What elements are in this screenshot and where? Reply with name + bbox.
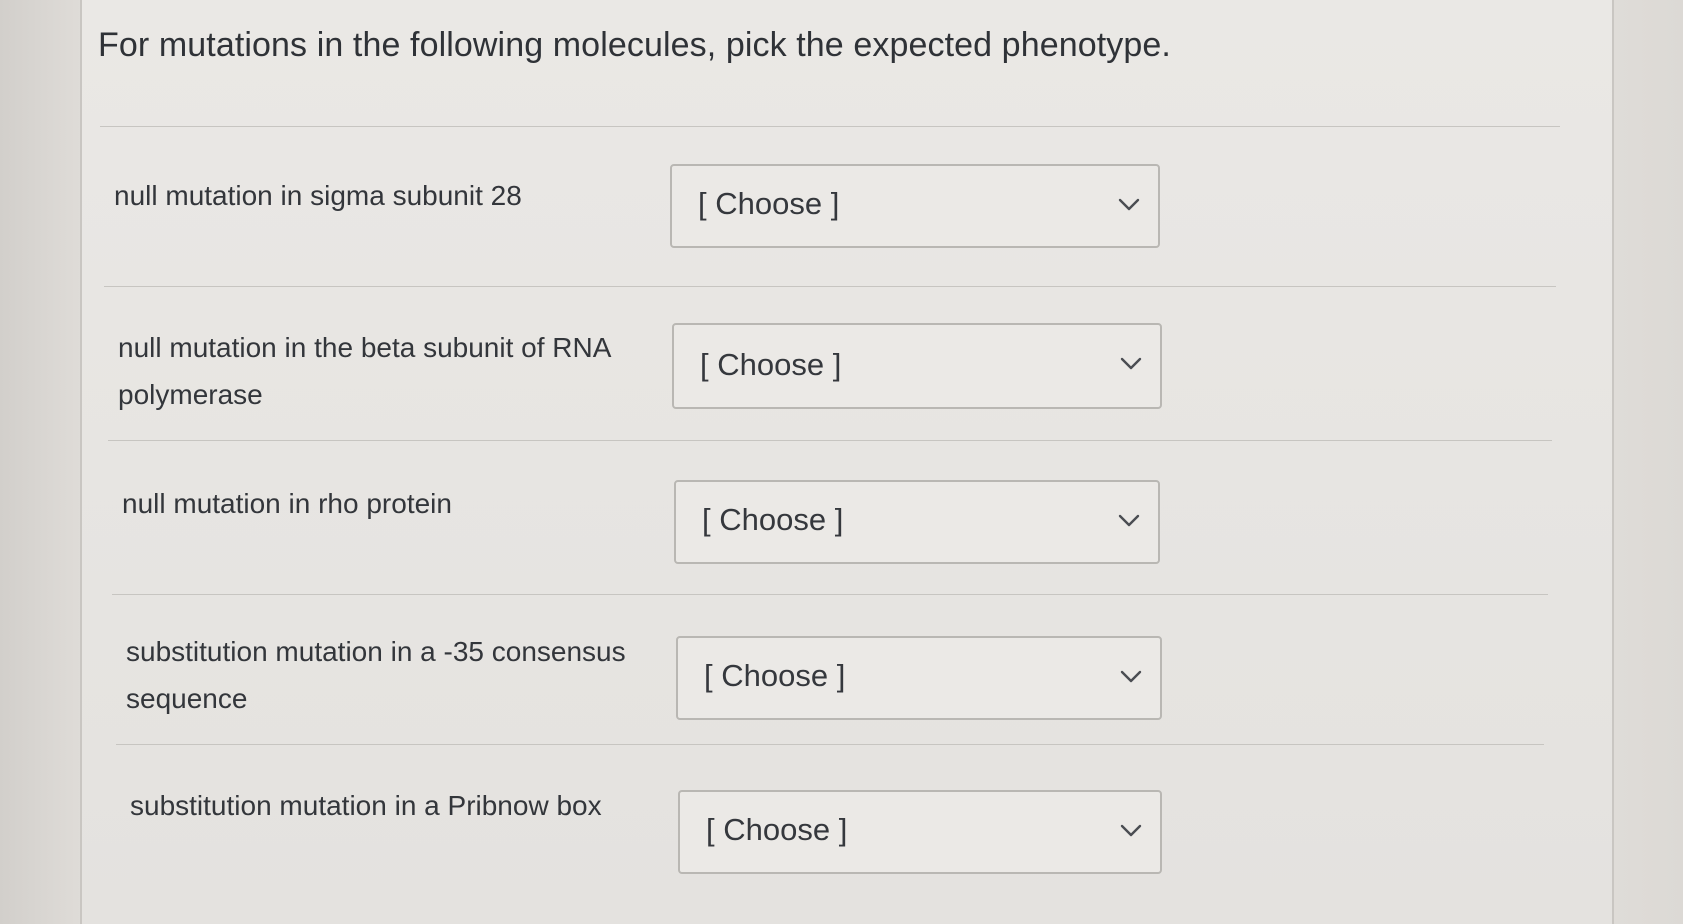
- select-value: [ Choose ]: [704, 658, 846, 693]
- chevron-down-icon: [1120, 670, 1142, 683]
- select-value: [ Choose ]: [700, 347, 842, 382]
- phenotype-select-2[interactable]: [ Choose ]: [672, 323, 1162, 409]
- phenotype-select-4[interactable]: [ Choose ]: [676, 636, 1162, 720]
- phenotype-select-3[interactable]: [ Choose ]: [674, 480, 1160, 564]
- chevron-down-icon: [1118, 514, 1140, 527]
- select-value: [ Choose ]: [698, 186, 840, 221]
- row-label-1: null mutation in sigma subunit 28: [114, 180, 522, 211]
- chevron-down-icon: [1120, 824, 1142, 837]
- select-value: [ Choose ]: [702, 502, 844, 537]
- row-label-4: substitution mutation in a -35 consensus…: [126, 636, 626, 714]
- chevron-down-icon: [1118, 198, 1140, 211]
- phenotype-select-1[interactable]: [ Choose ]: [670, 164, 1160, 248]
- chevron-down-icon: [1120, 357, 1142, 370]
- divider: [104, 286, 1556, 287]
- divider: [108, 440, 1552, 441]
- divider: [116, 744, 1544, 745]
- divider: [112, 594, 1548, 595]
- divider: [100, 126, 1560, 127]
- row-label-3: null mutation in rho protein: [122, 488, 452, 519]
- row-label-2: null mutation in the beta subunit of RNA…: [118, 332, 610, 410]
- select-value: [ Choose ]: [706, 812, 848, 847]
- phenotype-select-5[interactable]: [ Choose ]: [678, 790, 1162, 874]
- question-title: For mutations in the following molecules…: [98, 26, 1171, 64]
- row-label-5: substitution mutation in a Pribnow box: [130, 790, 602, 821]
